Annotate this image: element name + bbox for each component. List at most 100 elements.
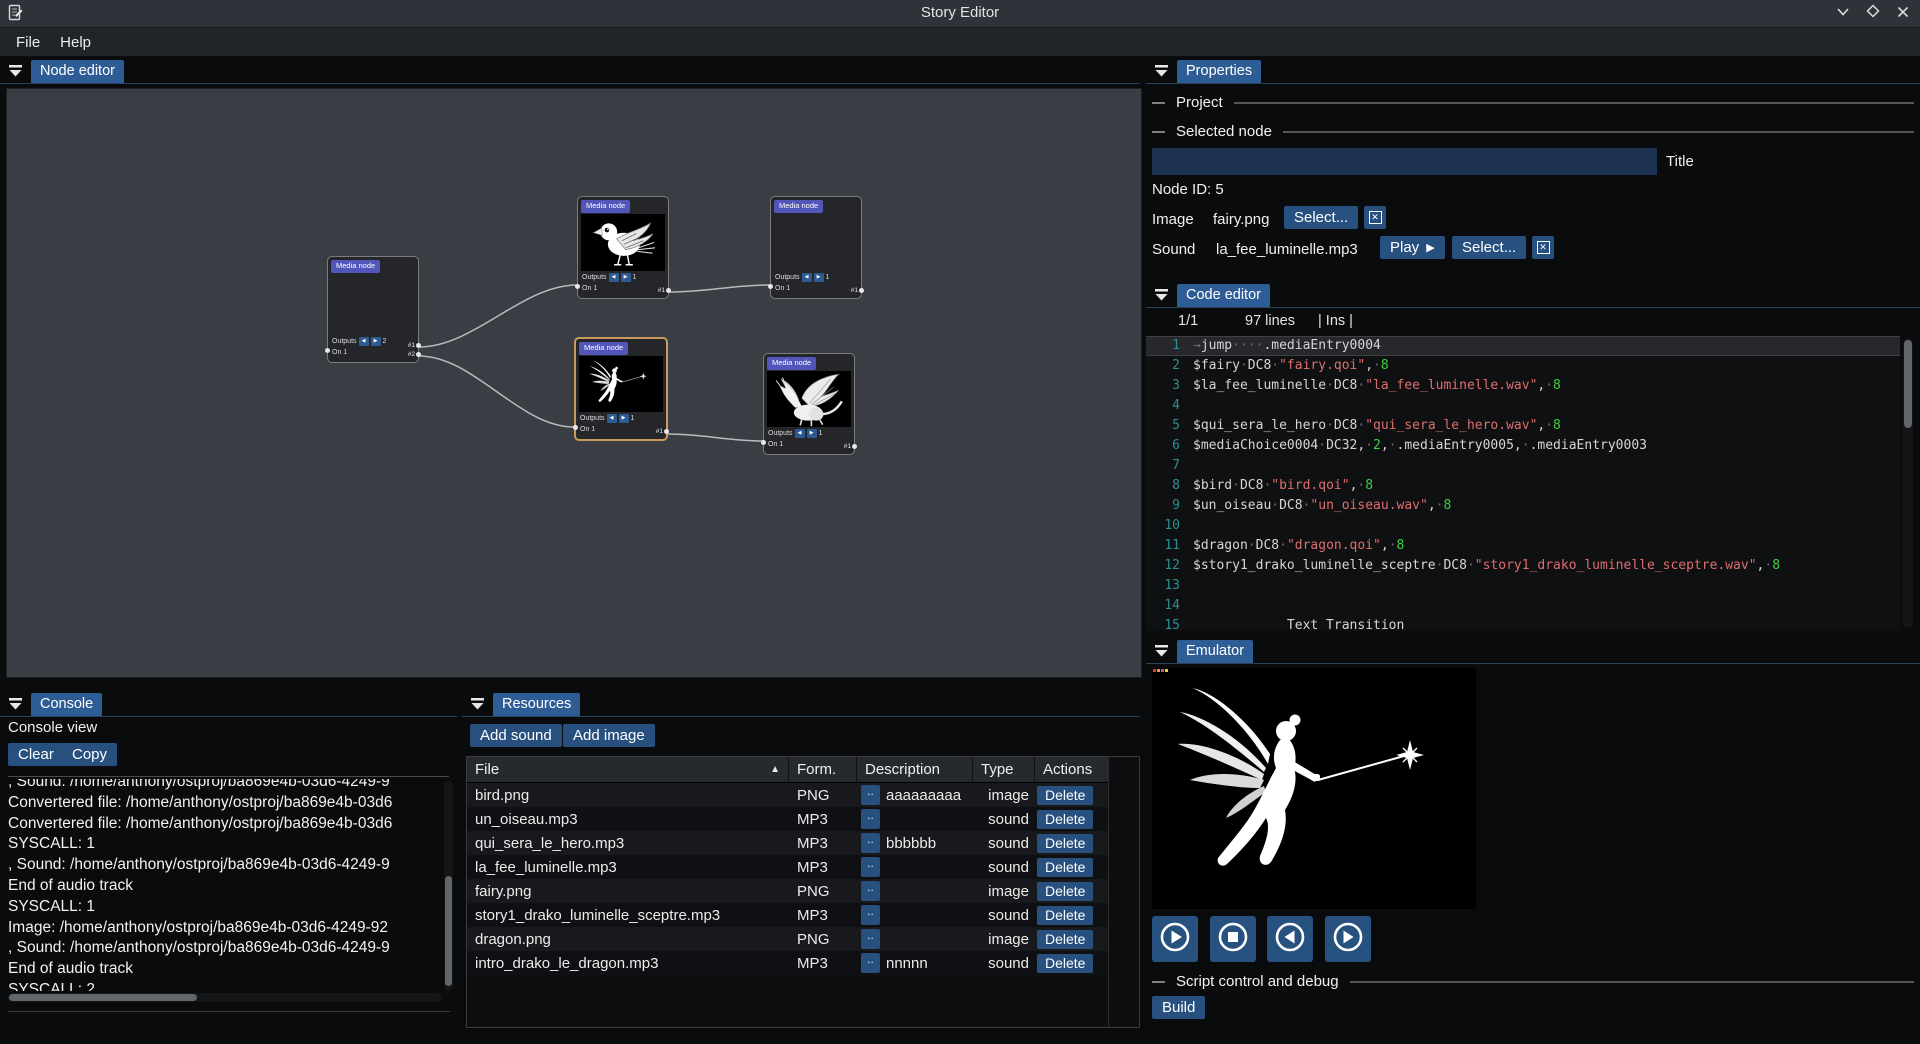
collapse-icon[interactable] — [470, 696, 485, 711]
image-select-button[interactable]: Select... — [1284, 206, 1358, 229]
input-port[interactable] — [768, 284, 773, 289]
decrement-outputs-button[interactable]: ◀ — [609, 273, 619, 282]
node-title-input[interactable] — [1152, 148, 1657, 175]
code-editor-scrollbar[interactable] — [1903, 338, 1913, 628]
graph-node-blank-0[interactable]: Media nodeOutputs◀▶2On 1#1#2 — [327, 256, 419, 363]
console-vertical-scrollbar[interactable] — [444, 781, 453, 991]
decrement-outputs-button[interactable]: ◀ — [802, 273, 812, 282]
edit-description-button[interactable]: .. — [861, 905, 880, 925]
code-editor-area[interactable]: 1→jump····.mediaEntry00042$fairy·DC8·"fa… — [1146, 336, 1900, 631]
output-port[interactable]: #1 — [851, 288, 859, 295]
node-state-label: On 1 — [580, 426, 595, 433]
step-back-button[interactable] — [1267, 916, 1313, 962]
menu-file[interactable]: File — [6, 32, 50, 53]
add-image-button[interactable]: Add image — [563, 724, 655, 747]
sound-select-button[interactable]: Select... — [1452, 236, 1526, 259]
collapse-icon[interactable] — [8, 696, 23, 711]
table-row[interactable]: intro_drako_le_dragon.mp3MP3..nnnnnsound… — [467, 951, 1110, 975]
decrement-outputs-button[interactable]: ◀ — [795, 429, 805, 438]
group-project: Project — [1152, 94, 1914, 111]
console-horizontal-scrollbar[interactable] — [8, 993, 442, 1002]
delete-button[interactable]: Delete — [1037, 882, 1093, 901]
table-row[interactable]: dragon.pngPNG..imageDelete — [467, 927, 1110, 951]
console-clear-button[interactable]: Clear — [8, 743, 64, 766]
collapse-icon[interactable] — [1154, 643, 1169, 658]
table-row[interactable]: fairy.pngPNG..imageDelete — [467, 879, 1110, 903]
column-header-type[interactable]: Type — [973, 757, 1035, 782]
delete-button[interactable]: Delete — [1037, 906, 1093, 925]
maximize-button[interactable] — [1864, 6, 1882, 22]
build-button[interactable]: Build — [1152, 996, 1205, 1019]
column-header-format[interactable]: Form. — [789, 757, 857, 782]
stop-button[interactable] — [1210, 916, 1256, 962]
increment-outputs-button[interactable]: ▶ — [807, 429, 817, 438]
output-port[interactable]: #1 — [656, 429, 664, 436]
collapse-icon[interactable] — [1154, 287, 1169, 302]
table-row[interactable]: qui_sera_le_hero.mp3MP3..bbbbbbsoundDele… — [467, 831, 1110, 855]
edit-description-button[interactable]: .. — [861, 953, 880, 973]
outputs-label: Outputs — [768, 430, 793, 437]
delete-button[interactable]: Delete — [1037, 810, 1093, 829]
console-copy-button[interactable]: Copy — [62, 743, 117, 766]
add-sound-button[interactable]: Add sound — [470, 724, 562, 747]
graph-node-fairy[interactable]: Media nodeOutputs◀▶1On 1#1 — [574, 337, 668, 441]
play-button[interactable] — [1152, 916, 1198, 962]
image-clear-button[interactable]: ✕ — [1364, 206, 1386, 229]
output-port[interactable]: #1 — [844, 444, 852, 451]
input-port[interactable] — [573, 425, 578, 430]
input-port[interactable] — [325, 348, 330, 353]
tab-emulator[interactable]: Emulator — [1177, 640, 1253, 663]
graph-node-bird[interactable]: Media nodeOutputs◀▶1On 1#1 — [577, 196, 669, 299]
edit-description-button[interactable]: .. — [861, 833, 880, 853]
tab-resources[interactable]: Resources — [493, 693, 580, 716]
output-port[interactable]: #2 — [408, 352, 416, 359]
increment-outputs-button[interactable]: ▶ — [621, 273, 631, 282]
sound-clear-button[interactable]: ✕ — [1532, 236, 1554, 259]
column-header-actions[interactable]: Actions — [1035, 757, 1109, 782]
input-port[interactable] — [761, 440, 766, 445]
delete-button[interactable]: Delete — [1037, 930, 1093, 949]
minimize-button[interactable] — [1834, 6, 1852, 22]
graph-node-blank-2[interactable]: Media nodeOutputs◀▶1On 1#1 — [770, 196, 862, 299]
scrollbar-thumb[interactable] — [1904, 340, 1912, 428]
scrollbar-thumb[interactable] — [445, 876, 452, 986]
collapse-icon[interactable] — [1154, 63, 1169, 78]
delete-button[interactable]: Delete — [1037, 834, 1093, 853]
tab-console[interactable]: Console — [31, 693, 102, 716]
column-header-file[interactable]: File ▲ — [467, 757, 789, 782]
table-scrollbar-gutter[interactable] — [1108, 757, 1139, 1027]
sound-play-button[interactable]: Play▶ — [1380, 236, 1445, 259]
tab-code-editor[interactable]: Code editor — [1177, 284, 1270, 307]
collapse-icon[interactable] — [8, 63, 23, 78]
tab-node-editor[interactable]: Node editor — [31, 60, 124, 83]
graph-node-dragon[interactable]: Media nodeOutputs◀▶1On 1#1 — [763, 353, 855, 455]
table-row[interactable]: story1_drako_luminelle_sceptre.mp3MP3..s… — [467, 903, 1110, 927]
input-port[interactable] — [575, 284, 580, 289]
cell-description: nnnnn — [886, 955, 928, 972]
output-port[interactable]: #1 — [658, 288, 666, 295]
decrement-outputs-button[interactable]: ◀ — [607, 414, 617, 423]
edit-description-button[interactable]: .. — [861, 785, 880, 805]
increment-outputs-button[interactable]: ▶ — [814, 273, 824, 282]
increment-outputs-button[interactable]: ▶ — [619, 414, 629, 423]
step-forward-button[interactable] — [1325, 916, 1371, 962]
table-row[interactable]: bird.pngPNG..aaaaaaaaaimageDelete — [467, 783, 1110, 807]
edit-description-button[interactable]: .. — [861, 929, 880, 949]
edit-description-button[interactable]: .. — [861, 857, 880, 877]
column-header-description[interactable]: Description — [857, 757, 973, 782]
increment-outputs-button[interactable]: ▶ — [371, 337, 381, 346]
table-row[interactable]: la_fee_luminelle.mp3MP3..soundDelete — [467, 855, 1110, 879]
edit-description-button[interactable]: .. — [861, 809, 880, 829]
node-graph-canvas[interactable]: Media nodeOutputs◀▶2On 1#1#2Media nodeOu… — [6, 88, 1142, 678]
scrollbar-thumb[interactable] — [9, 994, 197, 1001]
menu-help[interactable]: Help — [50, 32, 101, 53]
delete-button[interactable]: Delete — [1037, 858, 1093, 877]
table-row[interactable]: un_oiseau.mp3MP3..soundDelete — [467, 807, 1110, 831]
output-port[interactable]: #1 — [408, 343, 416, 350]
edit-description-button[interactable]: .. — [861, 881, 880, 901]
decrement-outputs-button[interactable]: ◀ — [359, 337, 369, 346]
delete-button[interactable]: Delete — [1037, 954, 1093, 973]
close-button[interactable] — [1894, 6, 1912, 22]
tab-properties[interactable]: Properties — [1177, 60, 1261, 83]
delete-button[interactable]: Delete — [1037, 786, 1093, 805]
